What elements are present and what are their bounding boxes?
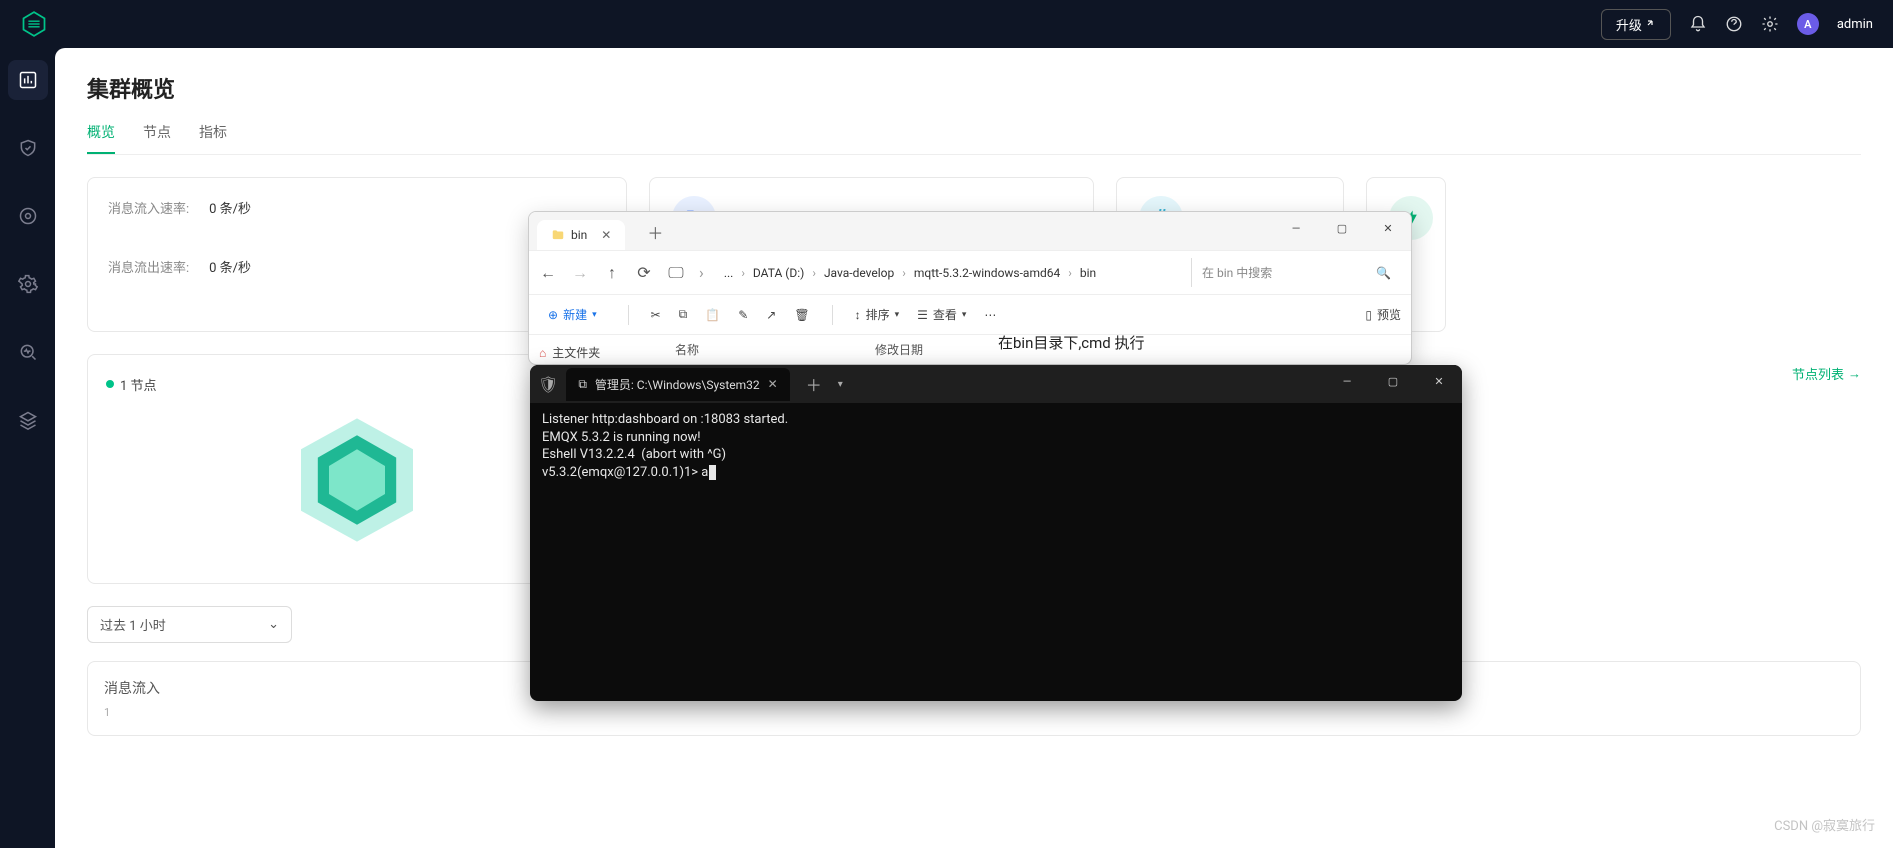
terminal-new-tab-button[interactable]: ＋ — [798, 372, 830, 396]
nav-forward-button[interactable]: → — [571, 263, 589, 283]
sidebar-item-diagnose[interactable] — [8, 332, 48, 372]
cmd-icon: ⧉ — [578, 377, 587, 392]
cluster-hexagon-icon — [287, 410, 427, 550]
rate-in-label: 消息流入速率: — [108, 198, 189, 217]
sidebar-item-config[interactable] — [8, 264, 48, 304]
tab-close-icon[interactable]: ✕ — [601, 228, 611, 242]
status-dot-icon — [106, 380, 114, 388]
window-close-button[interactable]: ✕ — [1365, 212, 1411, 244]
sidebar — [0, 48, 55, 848]
help-icon[interactable] — [1725, 15, 1743, 33]
new-tab-button[interactable]: ＋ — [637, 214, 673, 250]
copy-button[interactable]: ⧉ — [679, 307, 688, 322]
topbar: 升级 A admin — [0, 0, 1893, 48]
search-pulse-icon — [18, 342, 38, 362]
cursor-icon — [709, 465, 716, 480]
tab-overview[interactable]: 概览 — [87, 122, 115, 154]
chart-y-axis: 1 — [104, 706, 1844, 719]
time-range-select[interactable]: 过去 1 小时⌄ — [87, 606, 292, 643]
preview-button[interactable]: ▯预览 — [1365, 306, 1401, 323]
paste-icon: 📋 — [705, 308, 720, 322]
view-button[interactable]: ☰查看▾ — [917, 306, 966, 323]
rename-icon: ✎ — [738, 308, 748, 322]
arrow-right-icon: → — [1848, 366, 1861, 382]
terminal-dropdown-button[interactable]: ▾ — [838, 379, 843, 390]
plus-circle-icon: ⊕ — [548, 308, 558, 322]
explorer-search-input[interactable]: 在 bin 中搜索🔍 — [1191, 258, 1401, 287]
terminal-close-button[interactable]: ✕ — [1416, 365, 1462, 397]
col-header-name[interactable]: 名称 — [659, 335, 859, 365]
annotation-text: 在bin目录下,cmd 执行 — [998, 332, 1145, 353]
admin-name[interactable]: admin — [1837, 17, 1873, 32]
view-node-list-link[interactable]: 节点列表 → — [1792, 364, 1861, 383]
copy-icon: ⧉ — [679, 307, 688, 322]
shield-icon: 🛡 — [538, 375, 558, 394]
trash-icon: 🗑 — [794, 308, 809, 322]
nav-up-button[interactable]: ↑ — [603, 263, 621, 283]
sidebar-item-extensions[interactable] — [8, 400, 48, 440]
upgrade-button[interactable]: 升级 — [1601, 9, 1671, 40]
terminal-maximize-button[interactable]: ▢ — [1370, 365, 1416, 397]
user-avatar[interactable]: A — [1797, 13, 1819, 35]
folder-icon — [551, 228, 565, 242]
watermark: CSDN @寂寞旅行 — [1774, 815, 1875, 834]
page-title: 集群概览 — [87, 72, 1861, 104]
rate-out-value: 0 条/秒 — [209, 257, 251, 276]
sidebar-item-dashboard[interactable] — [8, 60, 48, 100]
stack-icon — [18, 410, 38, 430]
home-folder-link[interactable]: ⌂主文件夹 — [529, 335, 659, 365]
home-icon: ⌂ — [539, 346, 546, 360]
chevron-down-icon: ▾ — [592, 310, 597, 320]
share-button[interactable]: ↗ — [766, 308, 776, 322]
window-maximize-button[interactable]: ▢ — [1319, 212, 1365, 244]
terminal-window: 🛡 ⧉ 管理员: C:\Windows\System32 ✕ ＋ ▾ — ▢ ✕… — [530, 365, 1462, 701]
more-button[interactable]: ⋯ — [984, 308, 996, 322]
bell-icon[interactable] — [1689, 15, 1707, 33]
terminal-tab[interactable]: ⧉ 管理员: C:\Windows\System32 ✕ — [566, 368, 789, 401]
nav-back-button[interactable]: ← — [539, 263, 557, 283]
rename-button[interactable]: ✎ — [738, 308, 748, 322]
delete-button[interactable]: 🗑 — [794, 308, 809, 322]
sort-button[interactable]: ↕排序▾ — [855, 306, 900, 323]
search-icon: 🔍 — [1376, 266, 1391, 280]
tab-close-icon[interactable]: ✕ — [768, 377, 778, 391]
list-icon: ☰ — [917, 308, 928, 322]
panel-icon: ▯ — [1365, 308, 1372, 322]
upgrade-label: 升级 — [1616, 15, 1642, 34]
nav-refresh-button[interactable]: ⟳ — [635, 263, 653, 282]
shield-icon — [18, 138, 38, 158]
cut-button[interactable]: ✂ — [651, 308, 661, 322]
cog-icon — [18, 274, 38, 294]
breadcrumb[interactable]: ...› DATA (D:)› Java-develop› mqtt-5.3.2… — [718, 266, 1177, 280]
emqx-logo — [20, 10, 48, 38]
new-button[interactable]: ⊕新建▾ — [539, 301, 606, 328]
col-header-date[interactable]: 修改日期 — [859, 335, 939, 365]
flow-icon — [18, 206, 38, 226]
monitor-icon[interactable]: 🖵 — [667, 263, 685, 283]
dashboard-icon — [18, 70, 38, 90]
explorer-tab[interactable]: bin ✕ — [537, 220, 625, 250]
terminal-minimize-button[interactable]: — — [1324, 365, 1370, 397]
scissors-icon: ✂ — [651, 308, 661, 322]
sort-icon: ↕ — [855, 308, 861, 322]
file-explorer-window: bin ✕ ＋ — ▢ ✕ ← → ↑ ⟳ 🖵 › ...› DATA (D:)… — [528, 211, 1412, 365]
tab-metrics[interactable]: 指标 — [199, 122, 227, 154]
share-icon: ↗ — [766, 308, 776, 322]
sidebar-item-security[interactable] — [8, 128, 48, 168]
sidebar-item-integration[interactable] — [8, 196, 48, 236]
paste-button[interactable]: 📋 — [705, 308, 720, 322]
tabs: 概览 节点 指标 — [87, 122, 1861, 155]
external-link-icon — [1646, 19, 1656, 29]
tab-nodes[interactable]: 节点 — [143, 122, 171, 154]
rate-out-label: 消息流出速率: — [108, 257, 189, 276]
chevron-down-icon: ⌄ — [268, 617, 279, 632]
terminal-output[interactable]: Listener http:dashboard on :18083 starte… — [530, 403, 1462, 489]
gear-icon[interactable] — [1761, 15, 1779, 33]
window-minimize-button[interactable]: — — [1273, 212, 1319, 244]
rate-in-value: 0 条/秒 — [209, 198, 251, 217]
node-badge: 1 节点 — [106, 375, 157, 394]
